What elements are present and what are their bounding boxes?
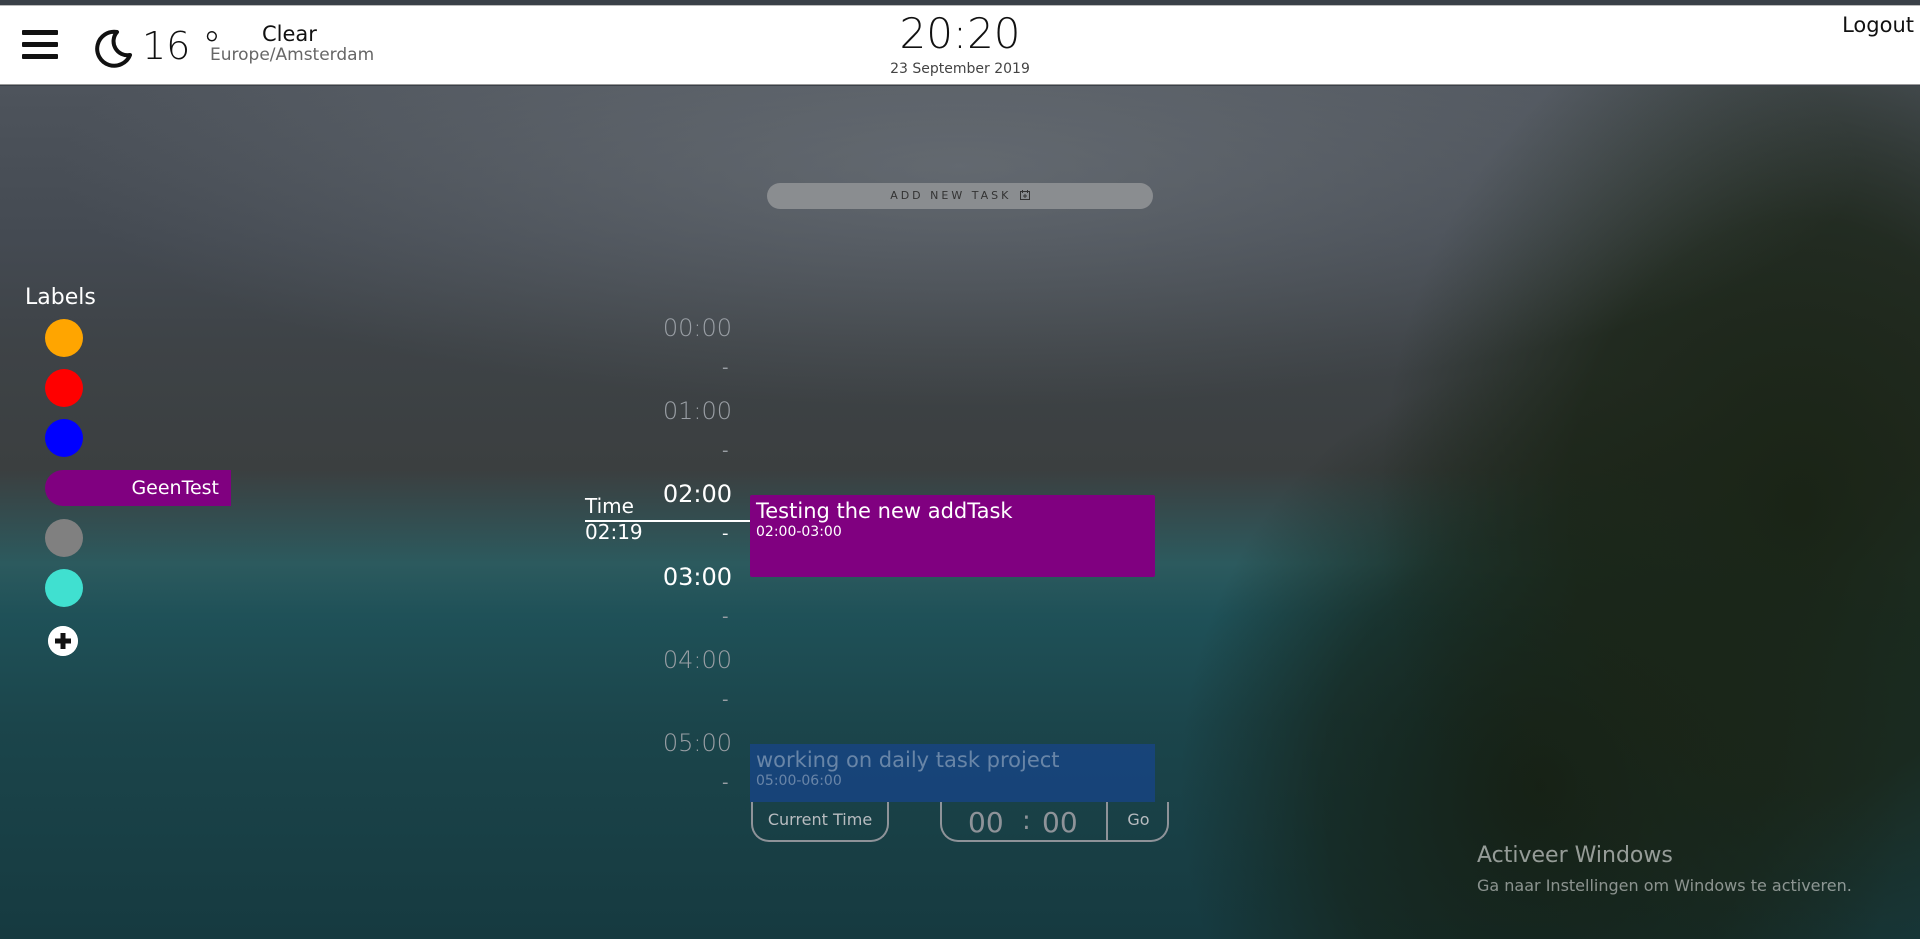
half-hour-dash: - (722, 772, 729, 793)
activation-watermark-subtitle: Ga naar Instellingen om Windows te activ… (1477, 876, 1852, 895)
hour-label: 03:00 (662, 563, 732, 591)
label-blue[interactable] (45, 419, 83, 457)
date: 23 September 2019 (890, 61, 1030, 77)
task-card[interactable]: Testing the new addTask 02:00-03:00 (750, 495, 1155, 577)
add-task-label: ADD NEW TASK (890, 189, 1012, 202)
task-title: Testing the new addTask (756, 499, 1013, 523)
clock: 20:20 (899, 9, 1021, 58)
current-time-button[interactable]: Current Time (751, 802, 889, 842)
half-hour-dash: - (722, 689, 729, 710)
activation-watermark-title: Activeer Windows (1477, 843, 1673, 868)
background-mist (0, 86, 1920, 406)
go-button[interactable]: Go (1106, 802, 1169, 840)
goto-time-control: 00 : 00 Go (940, 802, 1169, 842)
half-hour-dash: - (722, 440, 729, 461)
label-name: GeenTest (131, 477, 219, 499)
half-hour-dash: - (722, 606, 729, 627)
label-gray[interactable] (45, 519, 83, 557)
top-bar: 16 ° Clear Europe/Amsterdam 20:20 23 Sep… (0, 5, 1920, 85)
current-time-value: 02:19 (585, 520, 643, 544)
task-time: 02:00-03:00 (756, 524, 842, 540)
half-hour-dash: - (722, 357, 729, 378)
time-separator: : (1022, 806, 1031, 836)
half-hour-dash: - (722, 523, 729, 544)
add-label-icon[interactable] (48, 626, 78, 656)
hour-input[interactable]: 00 (968, 806, 1004, 839)
task-title: working on daily task project (756, 748, 1060, 772)
hour-label: 00:00 (662, 314, 732, 342)
label-red[interactable] (45, 369, 83, 407)
task-time: 05:00-06:00 (756, 773, 842, 789)
hour-label: 01:00 (662, 397, 732, 425)
current-time-label: Time (585, 494, 634, 518)
labels-heading: Labels (25, 285, 96, 310)
calendar-plus-icon (1019, 190, 1030, 200)
task-card[interactable]: working on daily task project 05:00-06:0… (750, 744, 1155, 802)
logout-link[interactable]: Logout (1842, 13, 1914, 37)
hour-label: 04:00 (662, 646, 732, 674)
label-orange[interactable] (45, 319, 83, 357)
label-turquoise[interactable] (45, 569, 83, 607)
hour-label: 05:00 (662, 729, 732, 757)
minute-input[interactable]: 00 (1042, 806, 1078, 839)
add-new-task-button[interactable]: ADD NEW TASK (767, 183, 1153, 209)
label-geentest[interactable]: GeenTest (45, 470, 231, 506)
